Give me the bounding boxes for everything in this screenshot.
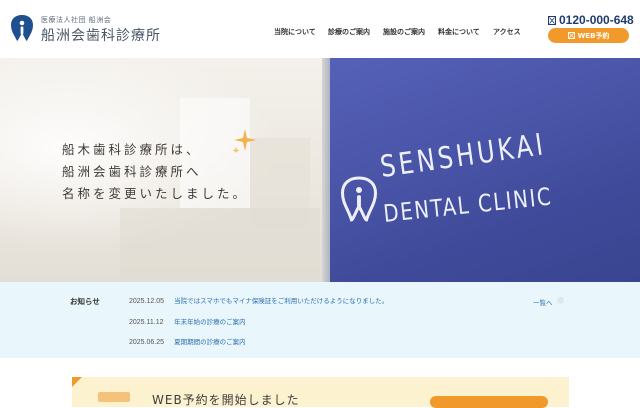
phone-text: 0120-000-648	[559, 13, 634, 27]
calendar-icon	[567, 32, 575, 39]
news-section: お知らせ 2025.12.05 当院ではスマホでもマイナ保険証をご利用いただける…	[0, 282, 640, 358]
news-item[interactable]: 2025.12.05 当院ではスマホでもマイナ保険証をご利用いただけるようになり…	[129, 295, 388, 305]
news-date: 2025.06.25	[129, 339, 165, 346]
news-link[interactable]: 年末年始の診療のご案内	[174, 318, 246, 326]
nav-treatment[interactable]: 診療のご案内	[328, 27, 370, 37]
banner-corner-tag	[72, 377, 82, 387]
news-item[interactable]: 2025.06.25 夏期期間の診療のご案内	[129, 336, 246, 346]
tooth-logo-icon[interactable]	[10, 14, 34, 42]
hero-banner: 船木歯科診療所は、 船洲会歯科診療所へ 名称を変更いたしました。 SENSHUK…	[0, 58, 640, 282]
nav-fees[interactable]: 料金について	[438, 27, 480, 37]
news-more-link[interactable]: 一覧へ	[533, 297, 553, 307]
hero-line-3: 名称を変更いたしました。	[62, 186, 249, 201]
site-header: 医療法人社団 船洲会 船洲会歯科診療所 当院について 診療のご案内 施設のご案内…	[0, 0, 640, 58]
sparkle-icon	[232, 129, 256, 153]
web-reservation-label: WEB予約	[577, 31, 610, 40]
nav-about[interactable]: 当院について	[274, 27, 316, 37]
nav-access[interactable]: アクセス	[493, 27, 521, 37]
hero-line-1: 船木歯科診療所は、	[62, 142, 202, 157]
news-date: 2025.12.05	[129, 298, 165, 305]
news-link[interactable]: 夏期期間の診療のご案内	[174, 338, 246, 346]
web-reservation-button[interactable]: WEB予約	[548, 28, 629, 43]
hero-copy: 船木歯科診療所は、 船洲会歯科診療所へ 名称を変更いたしました。	[62, 139, 248, 205]
phone-number[interactable]: 0120-000-648	[548, 13, 634, 27]
calendar-icon	[98, 392, 130, 402]
clinic-name[interactable]: 船洲会歯科診療所	[41, 25, 161, 45]
corp-name: 医療法人社団 船洲会	[41, 16, 112, 24]
news-link[interactable]: 当院ではスマホでもマイナ保険証をご利用いただけるようになりました。	[174, 297, 388, 305]
hero-line-2: 船洲会歯科診療所へ	[62, 164, 202, 179]
news-title: お知らせ	[70, 297, 100, 306]
news-date: 2025.11.12	[129, 319, 164, 326]
banner-button[interactable]	[430, 396, 548, 408]
sign-tooth-icon	[341, 176, 377, 222]
nav-facility[interactable]: 施設のご案内	[383, 27, 425, 37]
phone-icon	[548, 15, 556, 25]
news-more-arrow-icon[interactable]	[557, 297, 564, 304]
news-item[interactable]: 2025.11.12 年末年始の診療のご案内	[129, 316, 246, 326]
